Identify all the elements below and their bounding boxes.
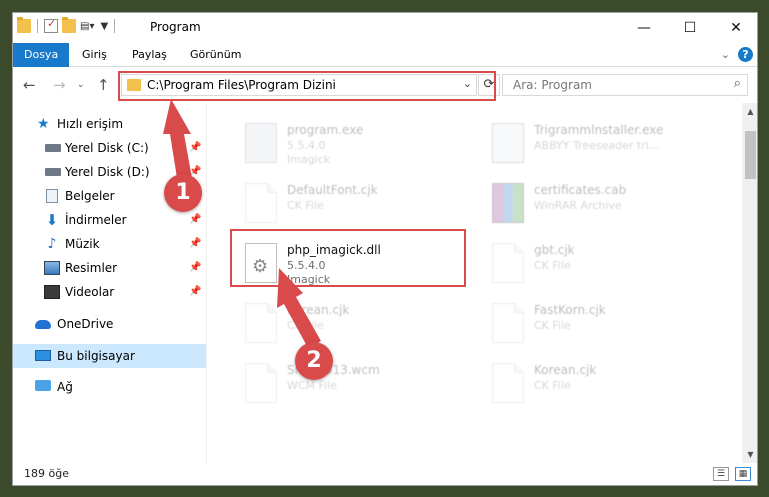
step-badge-1: 1 — [164, 174, 202, 212]
desktop-background: ▤▾ ▼ Program — ☐ ✕ Dosya Giriş Paylaş Gö… — [0, 0, 769, 497]
step-badge-2: 2 — [295, 342, 333, 380]
arrow-2 — [277, 268, 321, 348]
annotation-arrows — [163, 99, 321, 348]
arrow-1 — [163, 99, 192, 178]
